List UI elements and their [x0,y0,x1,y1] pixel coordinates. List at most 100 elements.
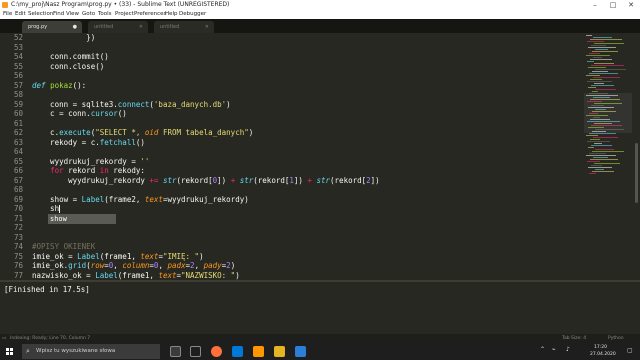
scrollbar-thumb[interactable] [635,143,638,203]
line-number: 58 [13,90,23,99]
menu-find[interactable]: Find [53,10,64,19]
minimap-line [594,83,604,84]
minimap-line [586,35,592,36]
autocomplete-popup[interactable]: show [48,214,116,224]
sublime-text-taskbar-icon[interactable] [253,346,264,357]
menu-edit[interactable]: Edit [15,10,26,19]
code-line[interactable]: conn = sqlite3.connect('baza_danych.db') [32,100,231,110]
windows-start-icon[interactable] [6,348,13,355]
menu-preferences[interactable]: Preferences [134,10,166,19]
minimap-line [588,87,596,88]
notifications-icon[interactable]: ▢ [627,347,633,354]
clock-date[interactable]: 27.04.2020 [590,352,616,357]
minimap-line [587,41,604,42]
code-line[interactable]: for rekord in rekody: [32,166,145,176]
code-line[interactable]: #OPISY OKIENEK [32,242,95,252]
minimap-line [589,153,606,154]
line-number: 71 [13,213,23,223]
tab-prog-py[interactable]: prog.py ● [22,21,82,33]
minimap-line [592,151,624,152]
code-line[interactable]: c = conn.cursor() [32,109,127,119]
mail-icon[interactable] [232,346,243,357]
menu-help[interactable]: Help [165,10,178,19]
minimap-line [591,45,606,46]
vertical-scrollbar[interactable] [633,33,640,280]
code-line[interactable]: wyydrukuj_rekordy += str(rekord[0]) + st… [32,176,380,186]
code-line[interactable]: def pokaz(): [32,81,86,91]
text-cursor [59,205,60,213]
tab-untitled-1[interactable]: untitled ✕ [88,21,148,33]
minimap-line [595,149,614,150]
menu-tools[interactable]: Tools [98,10,112,19]
minimap-line [590,139,600,140]
minimap-line [593,57,602,58]
taskbar-search-box[interactable]: ⌕ Wpisz tu wyszukiwane słowa [22,344,160,359]
minimap-line [586,135,598,136]
minimap-line [590,159,618,160]
code-line[interactable]: conn.close() [32,62,104,72]
minimap-line [591,65,624,66]
minimap-line [591,165,602,166]
network-icon[interactable]: ⌁ [552,346,556,353]
syntax-indicator[interactable]: Python [608,334,624,343]
minimap-line [589,173,596,174]
line-number: 53 [13,42,23,52]
code-line[interactable]: rekody = c.fetchall() [32,138,145,148]
code-editor[interactable]: }) conn.commit() conn.close() def pokaz()… [32,33,572,280]
code-line[interactable]: nazwisko_ok = Label(frame1, text="NAZWIS… [32,271,240,281]
minimize-icon[interactable]: – [586,0,604,10]
tab-untitled-2[interactable]: untitled ✕ [154,21,214,33]
minimap-line [593,37,612,38]
panel-toggle-icon[interactable]: ▭ [2,334,6,343]
code-line[interactable]: wyydrukuj_rekordy = '' [32,157,149,167]
line-number: 68 [13,185,23,194]
menu-file[interactable]: File [3,10,12,19]
minimap-line [595,89,616,90]
line-number: 65 [13,156,23,166]
minimap-line [590,59,612,60]
tab-close-icon[interactable]: ● [73,21,77,33]
status-text: Indexing: Ready; Line 70, Column 7 [10,336,91,341]
volume-icon[interactable]: ♪ [566,346,570,353]
code-line[interactable]: c.execute("SELECT *, oid FROM tabela_dan… [32,128,253,138]
window-title: C:\my_proj\Nasz Program\prog.py • (33) -… [11,1,230,8]
tab-close-icon[interactable]: ✕ [205,21,209,33]
menu-debugger[interactable]: Debugger [179,10,206,19]
minimap-line [594,143,602,144]
code-line[interactable]: show = Label(frame2, text=wyydrukuj_reko… [32,195,249,205]
tab-label: untitled [94,24,114,30]
tab-size-indicator[interactable]: Tab Size: 4 [562,334,586,343]
minimap-line [589,53,600,54]
python-icon[interactable] [295,346,306,357]
code-line[interactable]: }) [32,33,95,43]
tray-arrow-icon[interactable]: ⌃ [540,346,545,353]
menu-goto[interactable]: Goto [82,10,95,19]
close-icon[interactable]: ✕ [622,0,640,10]
code-line[interactable]: imie_ok.grid(row=0, column=0, padx=2, pa… [32,261,235,271]
code-line[interactable]: sh [32,204,59,214]
sublime-logo-icon [2,2,8,8]
code-line[interactable]: imie_ok = Label(frame1, text="IMIĘ: ") [32,252,204,262]
maximize-icon[interactable]: □ [604,0,622,10]
menu-project[interactable]: Project [115,10,134,19]
code-line[interactable]: conn.commit() [32,52,109,62]
file-explorer-icon[interactable] [274,346,285,357]
minimap-line [595,69,626,70]
multitasking-icon[interactable] [190,346,201,357]
line-number: 67 [13,175,23,185]
firefox-icon[interactable] [211,346,222,357]
task-view-icon[interactable] [170,346,181,357]
clock-time[interactable]: 17:20 [594,345,607,350]
minimap-viewport[interactable] [584,93,632,133]
minimap-line [594,63,614,64]
menu-selection[interactable]: Selection [28,10,53,19]
line-number: 57 [13,80,23,90]
build-output-text: [Finished in 17.5s] [4,285,90,294]
minimap[interactable] [584,33,632,280]
tab-close-icon[interactable]: ✕ [139,21,143,33]
minimap-line [592,51,618,52]
line-number: 75 [13,251,23,261]
menu-view[interactable]: View [66,10,79,19]
menu-bar: File Edit Selection Find View Goto Tools… [0,10,640,19]
minimap-line [586,75,600,76]
